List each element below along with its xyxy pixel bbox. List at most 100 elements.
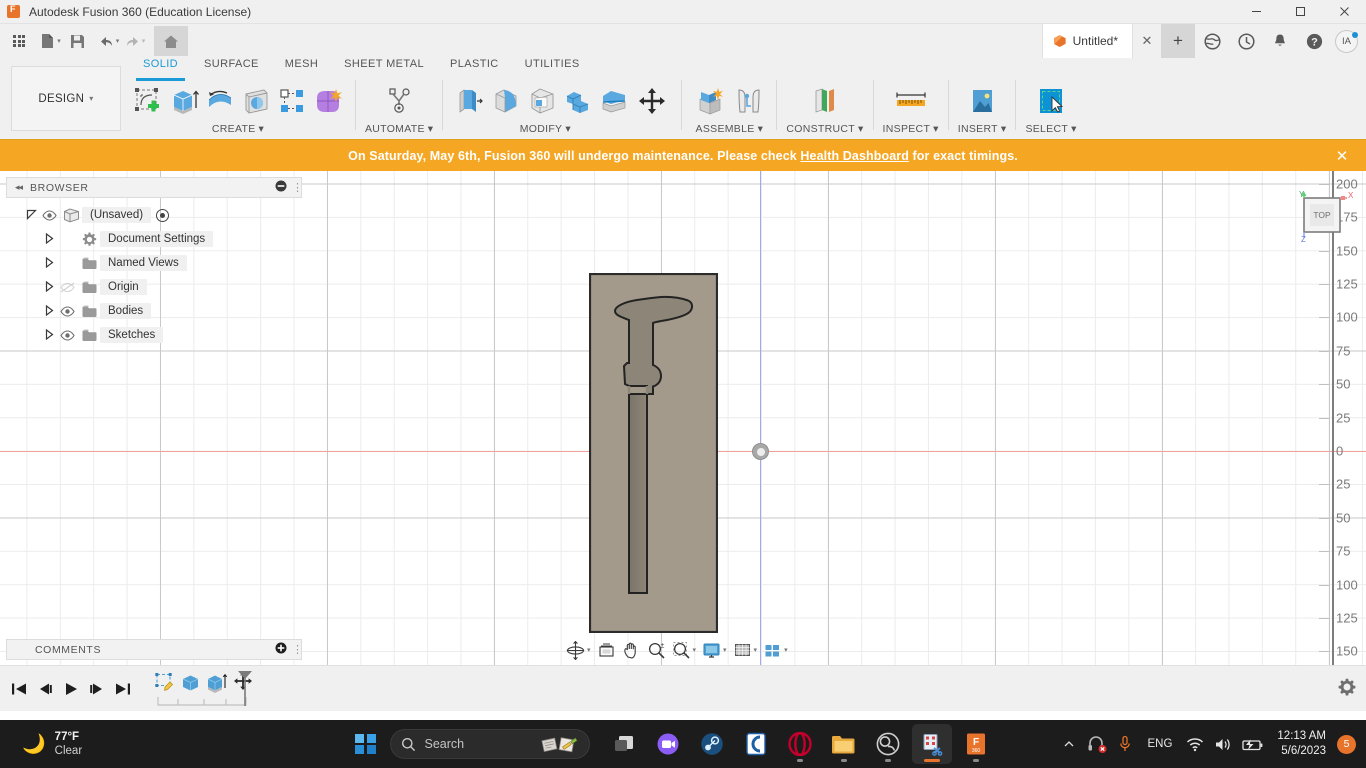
fit-icon[interactable]: ▾ <box>669 638 700 662</box>
snipping-tool-icon[interactable] <box>912 724 952 764</box>
eye-hidden-icon[interactable] <box>56 282 78 293</box>
combine-icon[interactable] <box>560 81 596 121</box>
headset-muted-icon[interactable] <box>1082 724 1112 764</box>
play-button[interactable] <box>58 674 84 704</box>
maximize-button[interactable] <box>1278 0 1322 24</box>
expand-arrow-open-icon[interactable] <box>24 209 38 222</box>
job-status-icon[interactable] <box>1229 24 1263 58</box>
activate-component-radio[interactable] <box>156 209 169 222</box>
minus-circle-icon[interactable] <box>275 180 287 195</box>
split-face-icon[interactable] <box>596 81 632 121</box>
timeline-marker[interactable] <box>236 669 254 710</box>
display-settings-caret[interactable]: ▾ <box>723 646 727 654</box>
plus-circle-icon[interactable] <box>275 642 287 657</box>
help-icon[interactable]: ? <box>1297 24 1331 58</box>
browser-item-bodies[interactable]: Bodies <box>6 299 302 323</box>
save-icon[interactable] <box>64 26 90 56</box>
jump-to-beginning-button[interactable] <box>6 674 32 704</box>
origin-point[interactable] <box>752 443 769 460</box>
steam-icon[interactable] <box>692 724 732 764</box>
ribbon-panel-create-label[interactable]: CREATE ▾ <box>212 123 264 135</box>
viewports-icon[interactable]: ▾ <box>760 638 791 662</box>
solid-body-hammer-block[interactable] <box>589 273 718 633</box>
ribbon-panel-construct-label[interactable]: CONSTRUCT ▾ <box>786 123 863 135</box>
ribbon-panel-modify-label[interactable]: MODIFY ▾ <box>520 123 571 135</box>
browser-item-sketches[interactable]: Sketches <box>6 323 302 347</box>
ribbon-panel-automate-label[interactable]: AUTOMATE ▾ <box>365 123 433 135</box>
health-dashboard-link[interactable]: Health Dashboard <box>800 149 909 163</box>
fillet-icon[interactable] <box>488 81 524 121</box>
pattern-icon[interactable] <box>274 81 310 121</box>
display-settings-icon[interactable]: ▾ <box>699 638 730 662</box>
undo-icon[interactable]: ▾ <box>96 26 122 56</box>
revolve-icon[interactable] <box>202 81 238 121</box>
windows-start-icon[interactable] <box>355 734 376 755</box>
banner-close-button[interactable]: ✕ <box>1330 140 1354 171</box>
task-view-icon[interactable] <box>604 724 644 764</box>
eye-icon[interactable] <box>38 210 60 221</box>
clock[interactable]: 12:13 AM 5/6/2023 <box>1269 729 1334 759</box>
ribbon-panel-assemble-label[interactable]: ASSEMBLE ▾ <box>696 123 764 135</box>
new-document-tab-button[interactable]: + <box>1161 24 1195 58</box>
extrude-icon[interactable] <box>166 81 202 121</box>
volume-icon[interactable] <box>1209 724 1237 764</box>
ribbon-panel-insert-label[interactable]: INSERT ▾ <box>958 123 1007 135</box>
jump-to-end-button[interactable] <box>110 674 136 704</box>
timeline-settings-gear-icon[interactable] <box>1338 678 1356 699</box>
create-sketch-icon[interactable] <box>130 81 166 121</box>
browser-item-named-views[interactable]: Named Views <box>6 251 302 275</box>
fusion-360-icon[interactable]: F360 <box>956 724 996 764</box>
insert-image-icon[interactable] <box>958 81 1006 121</box>
new-document-caret[interactable]: ▾ <box>57 37 61 45</box>
pan-icon[interactable] <box>619 638 644 662</box>
ribbon-panel-inspect-label[interactable]: INSPECT ▾ <box>883 123 939 135</box>
ribbon-tab-utilities[interactable]: UTILITIES <box>512 58 593 78</box>
opera-icon[interactable] <box>780 724 820 764</box>
offset-plane-icon[interactable] <box>797 81 853 121</box>
fit-caret[interactable]: ▾ <box>693 646 697 654</box>
grid-snaps-caret[interactable]: ▾ <box>754 646 758 654</box>
ribbon-tab-sheet-metal[interactable]: SHEET METAL <box>331 58 437 78</box>
select-window-icon[interactable] <box>1026 81 1076 121</box>
view-cube[interactable]: TOP Y X Z <box>1292 190 1354 244</box>
expand-arrow-closed-icon[interactable] <box>42 257 56 270</box>
automated-modeling-icon[interactable] <box>376 81 422 121</box>
shell-icon[interactable] <box>524 81 560 121</box>
close-button[interactable] <box>1322 0 1366 24</box>
zoom-icon[interactable]: ± <box>644 638 669 662</box>
redo-caret[interactable]: ▾ <box>142 37 146 45</box>
weather-widget[interactable]: 🌙 77°F Clear <box>22 730 82 759</box>
ribbon-tab-surface[interactable]: SURFACE <box>191 58 272 78</box>
microphone-icon[interactable] <box>1112 724 1138 764</box>
workspace-selector[interactable]: DESIGN ▾ <box>11 66 121 131</box>
calibre-icon[interactable] <box>736 724 776 764</box>
browser-item-document-settings[interactable]: Document Settings <box>6 227 302 251</box>
redo-icon[interactable]: ▾ <box>122 26 148 56</box>
new-document-icon[interactable]: ▾ <box>38 26 64 56</box>
eye-icon[interactable] <box>56 306 78 317</box>
expand-arrow-closed-icon[interactable] <box>42 281 56 294</box>
sweep-icon[interactable] <box>238 81 274 121</box>
language-indicator[interactable]: ENG <box>1138 738 1181 750</box>
step-back-button[interactable] <box>32 674 58 704</box>
joint-icon[interactable] <box>731 81 767 121</box>
minimize-button[interactable] <box>1234 0 1278 24</box>
form-icon[interactable] <box>310 81 346 121</box>
undo-caret[interactable]: ▾ <box>116 37 120 45</box>
expand-arrow-closed-icon[interactable] <box>42 305 56 318</box>
collapse-left-icon[interactable]: ◂◂ <box>15 182 22 193</box>
ribbon-tab-mesh[interactable]: MESH <box>272 58 331 78</box>
panel-grip-handle[interactable]: ⋮ <box>292 181 298 194</box>
measure-icon[interactable] <box>886 81 936 121</box>
discord-icon[interactable] <box>648 724 688 764</box>
battery-icon[interactable] <box>1237 724 1269 764</box>
expand-arrow-closed-icon[interactable] <box>42 329 56 342</box>
chevron-up-icon[interactable] <box>1056 724 1082 764</box>
orbit-icon[interactable]: ▾ <box>563 638 594 662</box>
extensions-icon[interactable] <box>1195 24 1229 58</box>
ribbon-tab-solid[interactable]: SOLID <box>130 58 191 78</box>
orbit-caret[interactable]: ▾ <box>587 646 591 654</box>
comments-panel-header[interactable]: COMMENTS ⋮ <box>6 639 302 660</box>
step-forward-button[interactable] <box>84 674 110 704</box>
ribbon-panel-select-label[interactable]: SELECT ▾ <box>1025 123 1076 135</box>
